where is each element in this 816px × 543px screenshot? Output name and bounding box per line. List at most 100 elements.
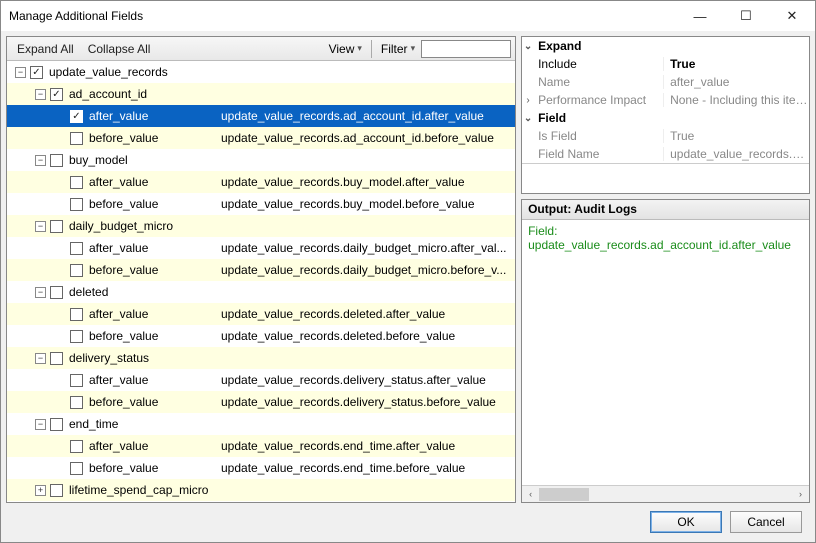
tree-row[interactable]: − end_time: [7, 413, 515, 435]
scroll-right-icon[interactable]: ›: [792, 486, 809, 503]
checkbox[interactable]: ✓: [70, 110, 83, 123]
ok-button[interactable]: OK: [650, 511, 722, 533]
expand-all-button[interactable]: Expand All: [11, 40, 80, 58]
minus-icon[interactable]: −: [15, 67, 26, 78]
tree-path: update_value_records.deleted.after_value: [217, 307, 515, 321]
tree-row[interactable]: before_valueupdate_value_records.buy_mod…: [7, 193, 515, 215]
titlebar: Manage Additional Fields — ☐ ✕: [1, 1, 815, 31]
checkbox[interactable]: [70, 242, 83, 255]
tree-label: before_value: [87, 461, 158, 475]
tree-row[interactable]: after_value update_value_records.delivery…: [7, 369, 515, 391]
tree-row[interactable]: before_valueupdate_value_records.deleted…: [7, 325, 515, 347]
chevron-down-icon: ▾: [411, 43, 416, 54]
tree-label: before_value: [87, 263, 158, 277]
tree-path: update_value_records.buy_model.after_val…: [217, 175, 515, 189]
tree-row[interactable]: − buy_model: [7, 149, 515, 171]
checkbox[interactable]: [70, 330, 83, 343]
tree-label: update_value_records: [47, 65, 168, 79]
tree-row[interactable]: −daily_budget_micro: [7, 215, 515, 237]
checkbox[interactable]: [50, 484, 63, 497]
tree-row[interactable]: before_valueupdate_value_records.daily_b…: [7, 259, 515, 281]
prop-name: Nameafter_value: [522, 73, 809, 91]
checkbox[interactable]: [70, 132, 83, 145]
checkbox[interactable]: [70, 374, 83, 387]
output-panel: Output: Audit Logs Field: update_value_r…: [521, 199, 810, 503]
tree-row[interactable]: after_value update_value_records.deleted.…: [7, 303, 515, 325]
close-button[interactable]: ✕: [769, 1, 815, 31]
filter-label: Filter: [381, 42, 408, 56]
output-field-line: Field: update_value_records.ad_account_i…: [528, 224, 791, 252]
chevron-down-icon: ▾: [357, 43, 362, 54]
minus-icon[interactable]: −: [35, 353, 46, 364]
tree-row[interactable]: after_value update_value_records.buy_mode…: [7, 171, 515, 193]
collapse-icon[interactable]: ⌄: [522, 41, 534, 52]
prop-include[interactable]: IncludeTrue: [522, 55, 809, 73]
minus-icon[interactable]: −: [35, 287, 46, 298]
checkbox[interactable]: [70, 396, 83, 409]
tree-row[interactable]: −✓ ad_account_id: [7, 83, 515, 105]
tree-row[interactable]: before_valueupdate_value_records.end_tim…: [7, 457, 515, 479]
minus-icon[interactable]: −: [35, 221, 46, 232]
checkbox[interactable]: [70, 198, 83, 211]
tree-label: after_value: [87, 373, 148, 387]
filter-dropdown[interactable]: Filter ▾: [377, 40, 419, 58]
tree-path: update_value_records.end_time.after_valu…: [217, 439, 515, 453]
view-dropdown[interactable]: View ▾: [325, 40, 366, 58]
checkbox[interactable]: [50, 352, 63, 365]
dialog-footer: OK Cancel: [6, 507, 810, 537]
checkbox[interactable]: ✓: [50, 88, 63, 101]
maximize-button[interactable]: ☐: [723, 1, 769, 31]
tree-label: after_value: [87, 175, 148, 189]
collapse-icon[interactable]: ⌄: [522, 113, 534, 124]
tree-label: before_value: [87, 329, 158, 343]
scroll-left-icon[interactable]: ‹: [522, 486, 539, 503]
tree-path: update_value_records.delivery_status.aft…: [217, 373, 515, 387]
checkbox[interactable]: [50, 220, 63, 233]
checkbox[interactable]: [50, 418, 63, 431]
field-section-header: Field: [534, 111, 664, 125]
tree-row[interactable]: ✓after_valueupdate_value_records.ad_acco…: [7, 105, 515, 127]
tree-row[interactable]: + lifetime_spend_cap_micro: [7, 479, 515, 501]
horizontal-scrollbar[interactable]: ‹ ›: [522, 485, 809, 502]
tree-label: ad_account_id: [67, 87, 147, 101]
minimize-button[interactable]: —: [677, 1, 723, 31]
checkbox[interactable]: [70, 308, 83, 321]
checkbox[interactable]: [70, 176, 83, 189]
checkbox[interactable]: [70, 264, 83, 277]
tree-row[interactable]: after_valueupdate_value_records.daily_bu…: [7, 237, 515, 259]
tree-row[interactable]: before_valueupdate_value_records.deliver…: [7, 391, 515, 413]
expand-icon[interactable]: ›: [522, 95, 534, 106]
tree-path: update_value_records.ad_account_id.after…: [217, 109, 515, 123]
tree-label: end_time: [67, 417, 118, 431]
checkbox[interactable]: [50, 154, 63, 167]
tree-panel: Expand All Collapse All View ▾ Filter ▾ …: [6, 36, 516, 503]
plus-icon[interactable]: +: [35, 485, 46, 496]
tree-label: after_value: [87, 307, 148, 321]
right-column: ⌄Expand IncludeTrue Nameafter_value ›Per…: [521, 36, 810, 503]
field-tree[interactable]: −✓update_value_records−✓ad_account_id✓af…: [7, 61, 515, 502]
tree-row[interactable]: −✓ update_value_records: [7, 61, 515, 83]
minus-icon[interactable]: −: [35, 419, 46, 430]
scrollbar-thumb[interactable]: [539, 488, 589, 501]
tree-row[interactable]: after_valueupdate_value_records.end_time…: [7, 435, 515, 457]
checkbox[interactable]: ✓: [30, 66, 43, 79]
cancel-button[interactable]: Cancel: [730, 511, 802, 533]
main-area: Expand All Collapse All View ▾ Filter ▾ …: [6, 36, 810, 503]
prop-performance: ›Performance ImpactNone - Including this…: [522, 91, 809, 109]
tree-row[interactable]: − delivery_status: [7, 347, 515, 369]
minus-icon[interactable]: −: [35, 89, 46, 100]
filter-input[interactable]: [421, 40, 511, 58]
tree-path: update_value_records.buy_model.before_va…: [217, 197, 515, 211]
tree-row[interactable]: before_valueupdate_value_records.ad_acco…: [7, 127, 515, 149]
checkbox[interactable]: [50, 286, 63, 299]
dialog-window: Manage Additional Fields — ☐ ✕ Expand Al…: [0, 0, 816, 543]
checkbox[interactable]: [70, 440, 83, 453]
tree-label: buy_model: [67, 153, 128, 167]
minus-icon[interactable]: −: [35, 155, 46, 166]
checkbox[interactable]: [70, 462, 83, 475]
tree-toolbar: Expand All Collapse All View ▾ Filter ▾: [7, 37, 515, 61]
tree-row[interactable]: −deleted: [7, 281, 515, 303]
collapse-all-button[interactable]: Collapse All: [82, 40, 157, 58]
tree-label: lifetime_spend_cap_micro: [67, 483, 208, 497]
tree-label: delivery_status: [67, 351, 149, 365]
